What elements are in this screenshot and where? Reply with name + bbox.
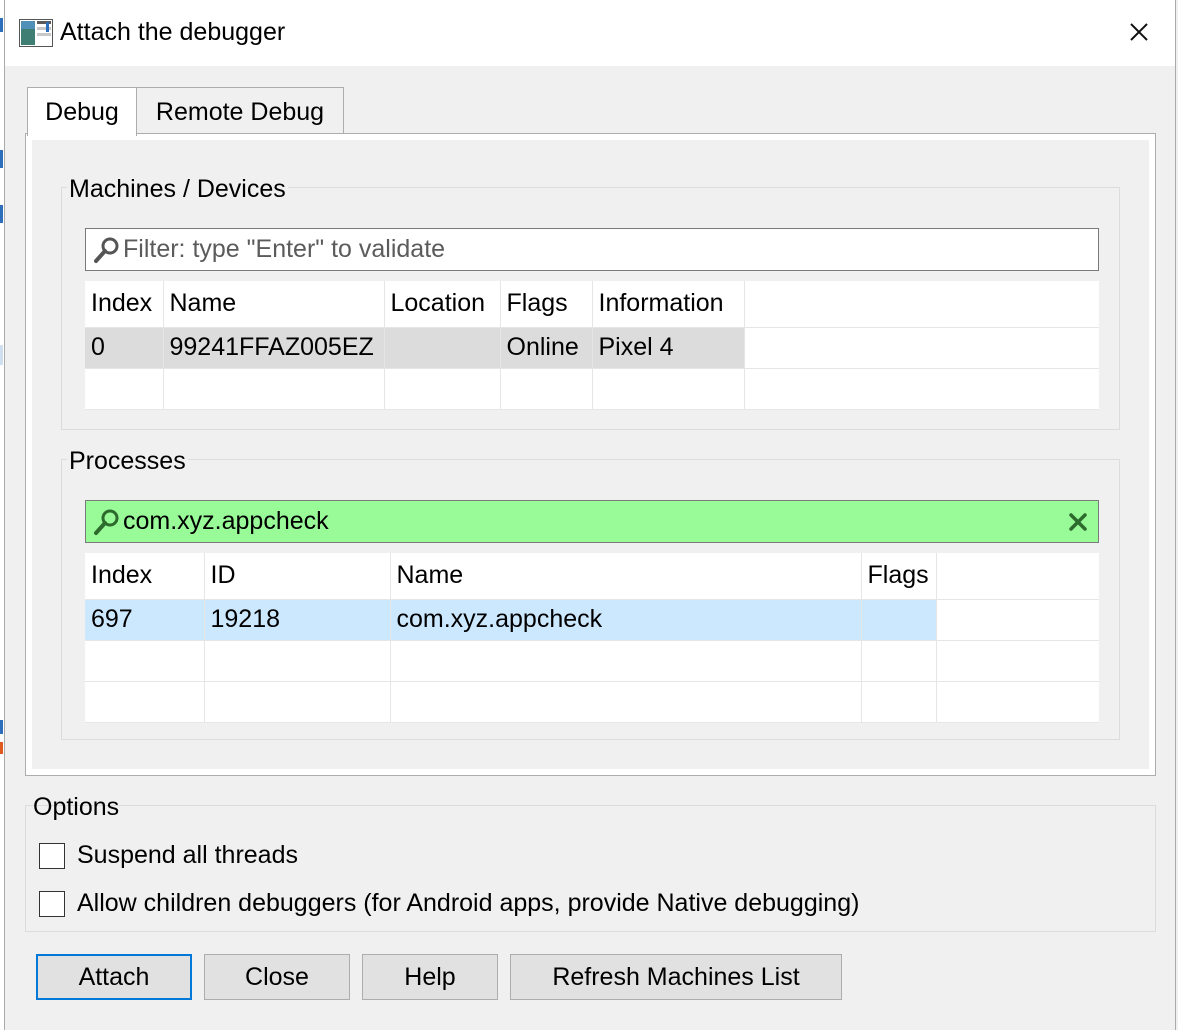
machines-table-header: Index Name Location Flags Information xyxy=(85,281,1099,328)
empty-row xyxy=(85,681,1099,723)
empty-cell xyxy=(592,368,745,410)
empty-cell xyxy=(163,368,385,410)
machines-filter-input[interactable] xyxy=(123,235,1098,264)
close-button[interactable]: Close xyxy=(204,954,350,1000)
cell-flags: Online xyxy=(500,327,593,369)
cell-name: com.xyz.appcheck xyxy=(390,599,862,641)
column-header-name[interactable]: Name xyxy=(390,553,862,600)
column-header-name[interactable]: Name xyxy=(163,281,385,328)
cell-id: 19218 xyxy=(204,599,391,641)
window-title: Attach the debugger xyxy=(60,18,286,46)
column-header-id[interactable]: ID xyxy=(204,553,391,600)
empty-cell xyxy=(204,640,391,682)
processes-table: Index ID Name Flags 697 19218 com.xyz.ap… xyxy=(85,553,1099,723)
attach-button[interactable]: Attach xyxy=(36,954,192,1000)
machines-table: Index Name Location Flags Information 0 … xyxy=(85,281,1099,410)
processes-filter[interactable] xyxy=(85,500,1099,543)
cell-filler xyxy=(744,327,1099,369)
table-row[interactable]: 697 19218 com.xyz.appcheck xyxy=(85,599,1099,641)
empty-cell xyxy=(384,368,501,410)
empty-cell xyxy=(936,640,1099,682)
processes-filter-input[interactable] xyxy=(123,507,1066,536)
column-header-filler xyxy=(744,281,1099,328)
table-row[interactable]: 0 99241FFAZ005EZ Online Pixel 4 xyxy=(85,327,1099,369)
column-header-flags[interactable]: Flags xyxy=(500,281,593,328)
checkbox-box[interactable] xyxy=(39,842,65,869)
checkbox-label: Allow children debuggers (for Android ap… xyxy=(77,889,860,917)
empty-cell xyxy=(861,640,937,682)
tab-remote-debug[interactable]: Remote Debug xyxy=(136,87,344,135)
checkbox-label: Suspend all threads xyxy=(77,841,298,869)
tab-debug[interactable]: Debug xyxy=(27,87,137,136)
empty-cell xyxy=(390,681,862,723)
empty-cell xyxy=(85,681,205,723)
cell-index: 0 xyxy=(85,327,164,369)
suspend-all-threads-checkbox[interactable]: Suspend all threads xyxy=(39,841,298,870)
empty-cell xyxy=(390,640,862,682)
machines-group-label: Machines / Devices xyxy=(67,175,288,204)
attach-debugger-dialog: Attach the debugger Debug Remote Debug M… xyxy=(4,0,1176,1030)
cell-information: Pixel 4 xyxy=(592,327,745,369)
close-icon[interactable] xyxy=(1123,16,1155,48)
title-bar: Attach the debugger xyxy=(5,0,1175,66)
empty-cell xyxy=(500,368,593,410)
help-button[interactable]: Help xyxy=(362,954,498,1000)
empty-cell xyxy=(744,368,1099,410)
empty-row xyxy=(85,368,1099,410)
processes-group-label: Processes xyxy=(67,447,188,476)
cell-location xyxy=(384,327,501,369)
magnifier-icon xyxy=(94,237,119,263)
empty-cell xyxy=(204,681,391,723)
column-header-filler xyxy=(936,553,1099,600)
options-group-label: Options xyxy=(33,793,120,821)
empty-cell xyxy=(85,368,164,410)
empty-row xyxy=(85,640,1099,682)
column-header-location[interactable]: Location xyxy=(384,281,501,328)
cell-flags xyxy=(861,599,937,641)
column-header-flags[interactable]: Flags xyxy=(861,553,937,600)
column-header-information[interactable]: Information xyxy=(592,281,745,328)
magnifier-icon xyxy=(94,509,119,535)
machines-filter[interactable] xyxy=(85,228,1099,271)
processes-table-header: Index ID Name Flags xyxy=(85,553,1099,600)
checkbox-box[interactable] xyxy=(39,890,65,917)
empty-cell xyxy=(936,681,1099,723)
allow-children-debuggers-checkbox[interactable]: Allow children debuggers (for Android ap… xyxy=(39,889,859,918)
cell-filler xyxy=(936,599,1099,641)
empty-cell xyxy=(85,640,205,682)
debugger-window-icon xyxy=(19,19,53,47)
refresh-machines-list-button[interactable]: Refresh Machines List xyxy=(510,954,842,1000)
cell-name: 99241FFAZ005EZ xyxy=(163,327,385,369)
column-header-index[interactable]: Index xyxy=(85,553,205,600)
empty-cell xyxy=(861,681,937,723)
clear-x-icon[interactable] xyxy=(1066,510,1090,534)
cell-index: 697 xyxy=(85,599,205,641)
column-header-index[interactable]: Index xyxy=(85,281,164,328)
